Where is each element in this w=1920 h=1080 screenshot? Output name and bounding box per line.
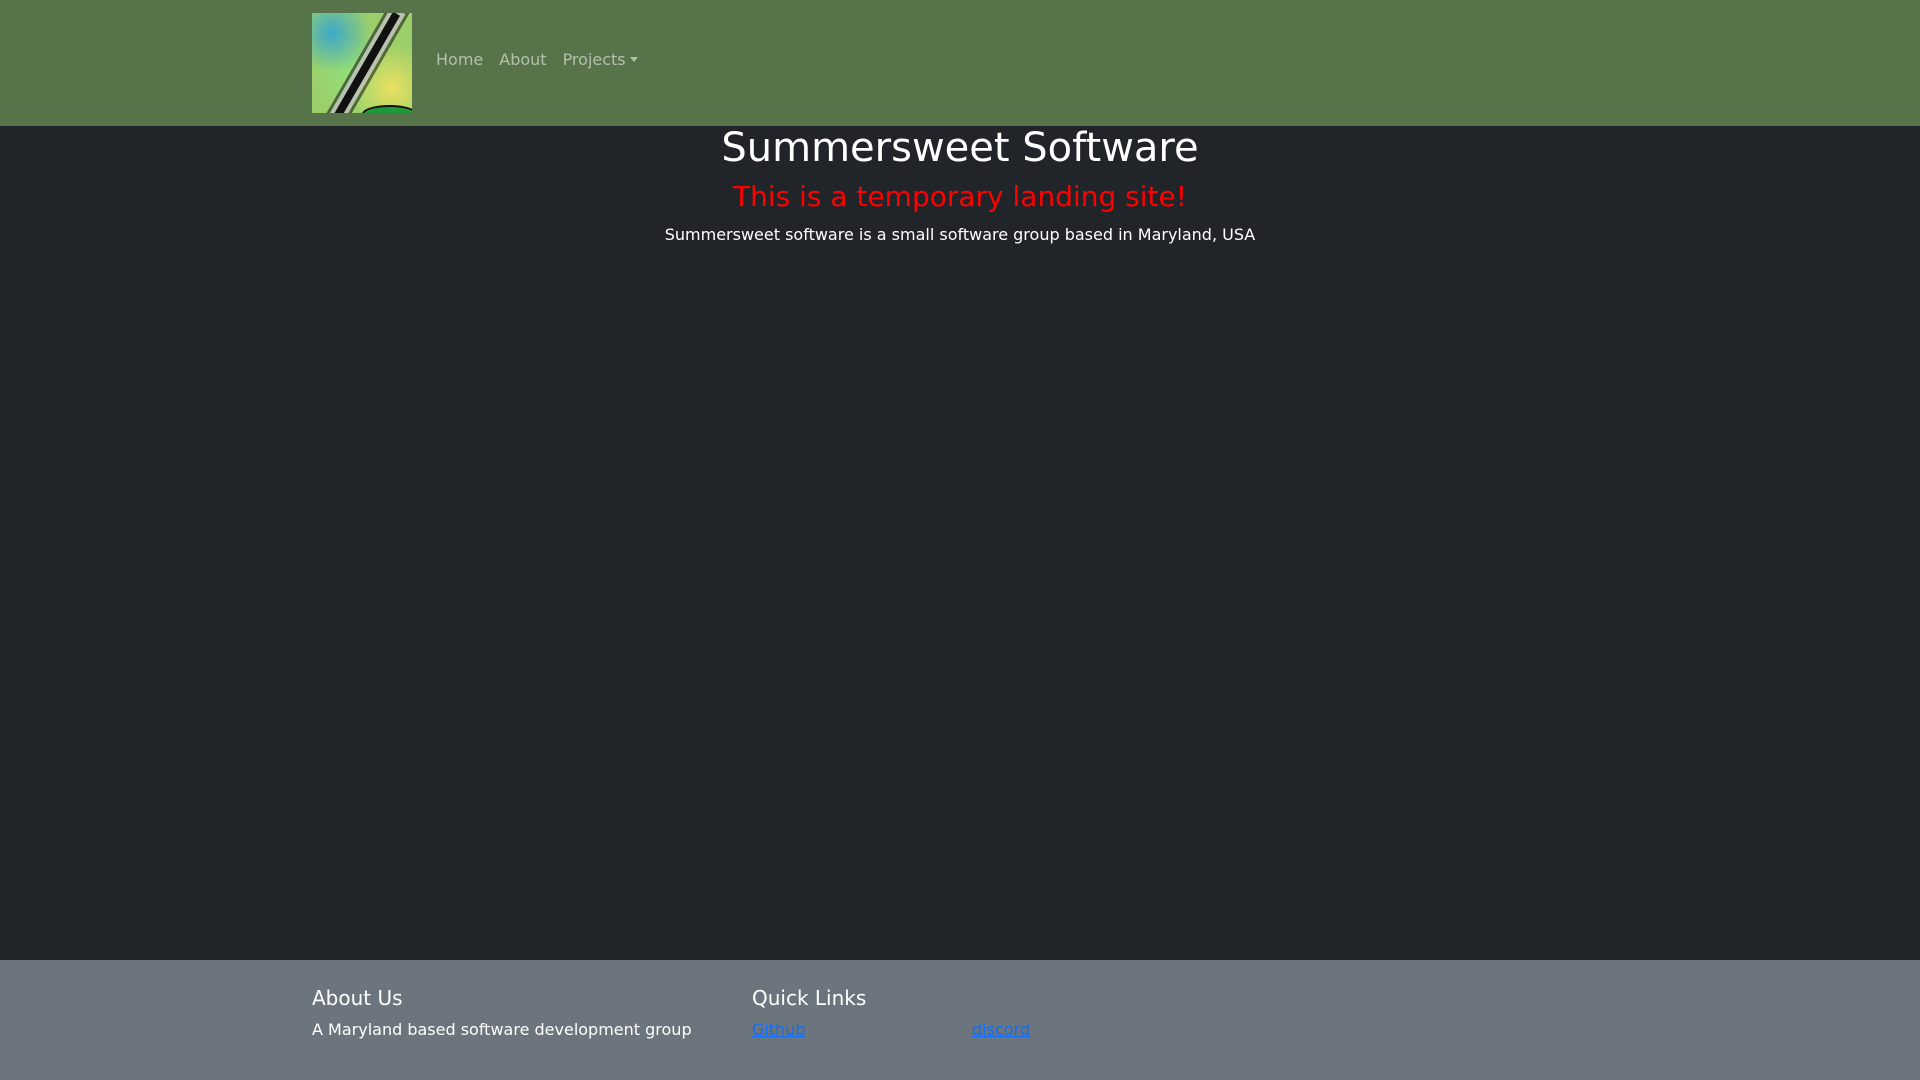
brand-logo[interactable] xyxy=(312,13,412,113)
navbar: Home About Projects xyxy=(0,0,1920,126)
nav-projects-dropdown[interactable]: Projects xyxy=(555,50,646,69)
nav-links: Home About Projects xyxy=(428,50,646,69)
footer-about: About Us A Maryland based software devel… xyxy=(312,984,692,1039)
projects-label: Projects xyxy=(562,50,626,69)
about-text: A Maryland based software development gr… xyxy=(312,1020,692,1039)
footer: About Us A Maryland based software devel… xyxy=(0,960,1920,1080)
footer-quick-links: Quick Links xyxy=(752,984,866,1020)
page-title: Summersweet Software xyxy=(721,125,1199,171)
quick-links-heading: Quick Links xyxy=(752,986,867,1010)
description: Summersweet software is a small software… xyxy=(664,225,1256,244)
about-heading: About Us xyxy=(312,986,403,1010)
nav-home[interactable]: Home xyxy=(428,50,491,69)
github-link[interactable]: Github xyxy=(752,1020,806,1039)
nav-about[interactable]: About xyxy=(491,50,554,69)
discord-link[interactable]: discord xyxy=(972,1020,1030,1039)
caret-down-icon xyxy=(629,57,638,62)
temporary-notice: This is a temporary landing site! xyxy=(733,180,1187,213)
